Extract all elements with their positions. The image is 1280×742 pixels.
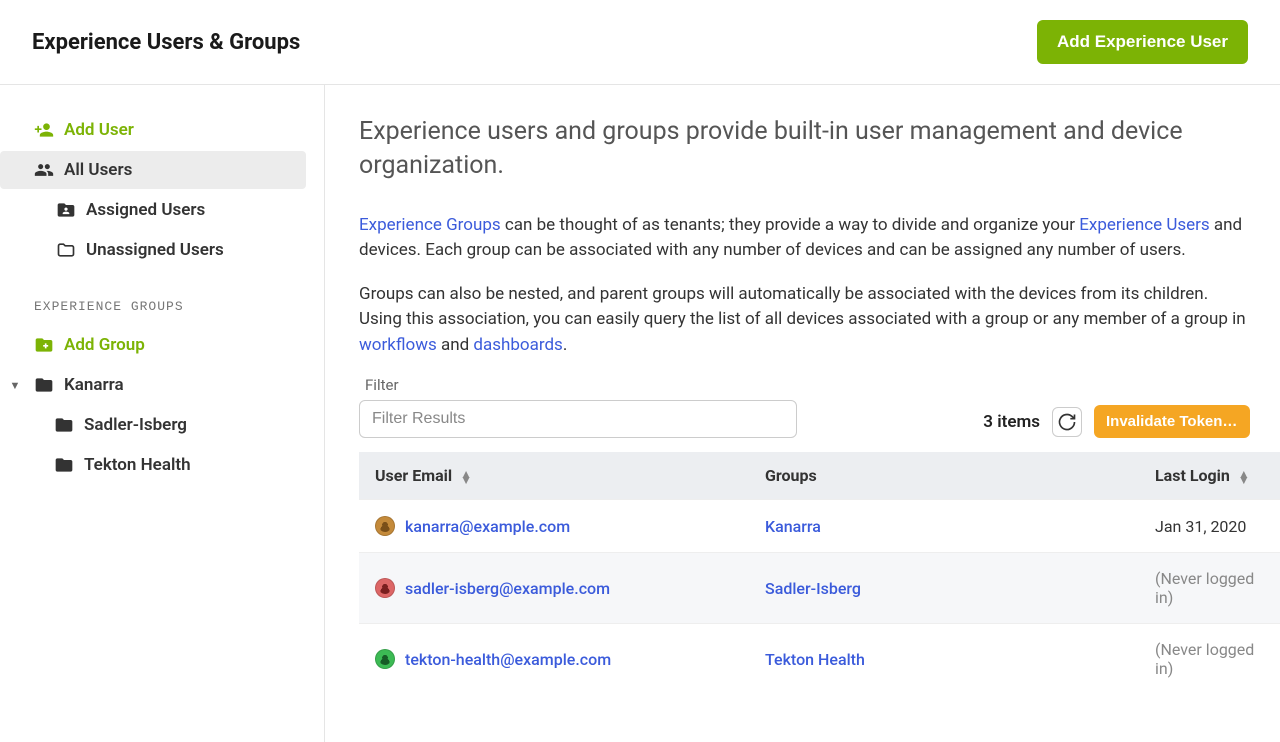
sidebar-add-group[interactable]: Add Group <box>0 326 306 364</box>
sidebar-item-label: Sadler-Isberg <box>84 415 187 435</box>
filter-input[interactable] <box>359 400 797 438</box>
user-email-link[interactable]: kanarra@example.com <box>405 517 570 536</box>
chevron-down-icon: ▼ <box>8 379 22 392</box>
sidebar-unassigned-users[interactable]: Unassigned Users <box>0 231 306 269</box>
sidebar-all-users[interactable]: All Users <box>0 151 306 189</box>
column-header-groups[interactable]: Groups <box>749 452 1139 500</box>
people-icon <box>34 160 54 180</box>
last-login-cell: (Never logged in) <box>1139 553 1280 624</box>
sidebar-group-kanarra[interactable]: ▼ Kanarra <box>0 366 306 404</box>
column-header-last-login[interactable]: Last Login ▲▼ <box>1139 452 1280 500</box>
sort-icon: ▲▼ <box>1238 471 1250 483</box>
link-dashboards[interactable]: dashboards <box>473 335 562 355</box>
add-folder-icon <box>34 335 54 355</box>
item-count: 3 items <box>983 412 1040 432</box>
sidebar-item-label: Assigned Users <box>86 200 205 220</box>
sidebar-group-tekton-health[interactable]: Tekton Health <box>0 446 306 484</box>
group-link[interactable]: Kanarra <box>765 517 821 536</box>
avatar <box>375 649 395 669</box>
group-link[interactable]: Tekton Health <box>765 650 865 669</box>
folder-outline-icon <box>56 240 76 260</box>
user-email-link[interactable]: sadler-isberg@example.com <box>405 579 610 598</box>
avatar <box>375 578 395 598</box>
sidebar-item-label: Add Group <box>64 335 145 355</box>
last-login-cell: (Never logged in) <box>1139 624 1280 695</box>
link-experience-groups[interactable]: Experience Groups <box>359 215 501 235</box>
page-title: Experience Users & Groups <box>32 30 300 55</box>
last-login-cell: Jan 31, 2020 <box>1139 500 1280 553</box>
sidebar-item-label: Unassigned Users <box>86 240 224 260</box>
folder-icon <box>54 455 74 475</box>
column-header-email[interactable]: User Email ▲▼ <box>359 452 749 500</box>
sidebar-item-label: Kanarra <box>64 375 124 395</box>
link-experience-users[interactable]: Experience Users <box>1079 215 1209 235</box>
filter-label: Filter <box>359 376 797 394</box>
table-row: sadler-isberg@example.com Sadler-Isberg (N… <box>359 553 1280 624</box>
description-paragraph-1: Experience Groups can be thought of as t… <box>359 213 1280 264</box>
description-paragraph-2: Groups can also be nested, and parent gr… <box>359 282 1280 359</box>
folder-user-icon <box>56 200 76 220</box>
avatar <box>375 516 395 536</box>
refresh-icon <box>1057 412 1077 432</box>
main-content: Experience users and groups provide buil… <box>325 85 1280 742</box>
add-experience-user-button[interactable]: Add Experience User <box>1037 20 1248 64</box>
group-link[interactable]: Sadler-Isberg <box>765 579 861 598</box>
sidebar-section-groups: EXPERIENCE GROUPS <box>0 271 314 326</box>
intro-text: Experience users and groups provide buil… <box>359 115 1280 183</box>
add-user-icon <box>34 120 54 140</box>
refresh-button[interactable] <box>1052 407 1082 437</box>
sidebar: Add User All Users Assigned Users Unassi… <box>0 85 325 742</box>
invalidate-tokens-button[interactable]: Invalidate Tokens ... <box>1094 405 1250 438</box>
sidebar-add-user[interactable]: Add User <box>0 111 306 149</box>
folder-icon <box>34 375 54 395</box>
sidebar-group-sadler-isberg[interactable]: Sadler-Isberg <box>0 406 306 444</box>
sort-icon: ▲▼ <box>460 471 472 483</box>
user-email-link[interactable]: tekton-health@example.com <box>405 650 611 669</box>
table-row: kanarra@example.com Kanarra Jan 31, 2020 <box>359 500 1280 553</box>
link-workflows[interactable]: workflows <box>359 335 437 355</box>
table-row: tekton-health@example.com Tekton Health (N… <box>359 624 1280 695</box>
sidebar-item-label: Add User <box>64 120 134 140</box>
users-table: User Email ▲▼ Groups Last Login ▲▼ kanar… <box>359 452 1280 694</box>
header: Experience Users & Groups Add Experience… <box>0 0 1280 85</box>
sidebar-item-label: All Users <box>64 160 132 180</box>
folder-icon <box>54 415 74 435</box>
sidebar-item-label: Tekton Health <box>84 455 191 475</box>
sidebar-assigned-users[interactable]: Assigned Users <box>0 191 306 229</box>
